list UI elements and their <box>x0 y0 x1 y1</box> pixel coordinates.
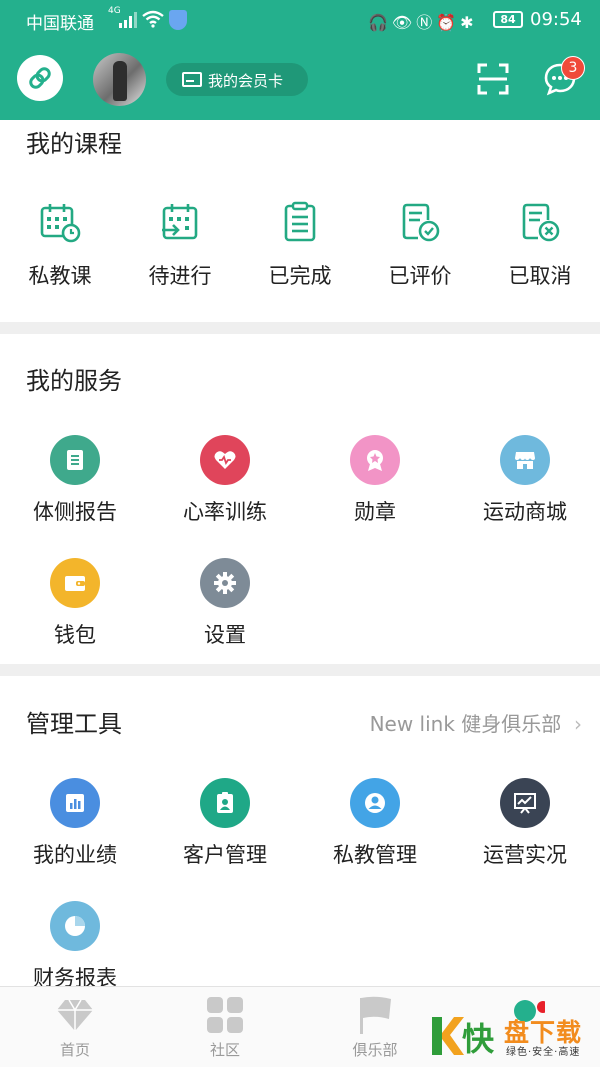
clock: 09:54 <box>530 9 582 30</box>
app-header: 中国联通 4G 🎧👁Ⓝ⏰✱ 84 09:54 我的会员卡 3 <box>0 0 600 120</box>
contact-card-icon <box>200 778 250 828</box>
person-icon <box>350 778 400 828</box>
course-label: 已完成 <box>268 264 332 288</box>
courses-title: 我的课程 <box>26 130 122 158</box>
wallet-icon <box>50 558 100 608</box>
club-link[interactable]: New link 健身俱乐部 › <box>370 708 582 737</box>
tool-label: 运营实况 <box>483 843 567 867</box>
service-label: 心率训练 <box>183 500 267 524</box>
course-label: 已取消 <box>508 264 572 288</box>
tool-label: 私教管理 <box>333 843 417 867</box>
carrier-label: 中国联通 <box>26 14 94 34</box>
services-title: 我的服务 <box>26 367 122 395</box>
nav-label: 社区 <box>209 1041 240 1059</box>
tool-my-performance[interactable]: 我的业绩 <box>5 778 145 878</box>
avatar[interactable] <box>93 53 146 106</box>
calendar-clock-icon <box>40 204 81 243</box>
nav-label: 首页 <box>59 1041 90 1059</box>
service-label: 运动商城 <box>483 500 567 524</box>
tool-customer-management[interactable]: 客户管理 <box>155 778 295 878</box>
gear-icon <box>200 558 250 608</box>
service-body-report[interactable]: 体侧报告 <box>5 435 145 535</box>
heart-rate-icon <box>200 435 250 485</box>
store-icon <box>500 435 550 485</box>
course-completed[interactable]: 已完成 <box>250 200 350 295</box>
service-medals[interactable]: 勋章 <box>305 435 445 535</box>
course-label: 已评价 <box>388 264 452 288</box>
tool-label: 客户管理 <box>183 843 267 867</box>
report-icon <box>50 435 100 485</box>
service-label: 勋章 <box>354 500 396 524</box>
service-wallet[interactable]: 钱包 <box>5 558 145 658</box>
member-card-button[interactable]: 我的会员卡 <box>166 63 308 96</box>
nav-community[interactable]: 社区 <box>150 987 300 1067</box>
security-shield-icon <box>169 10 187 30</box>
service-heart-rate[interactable]: 心率训练 <box>155 435 295 535</box>
flag-icon <box>360 996 391 1034</box>
course-label: 私教课 <box>28 264 92 288</box>
grid-icon <box>207 997 243 1033</box>
course-upcoming[interactable]: 待进行 <box>130 200 230 295</box>
card-icon <box>182 72 202 87</box>
status-bar: 中国联通 4G 🎧👁Ⓝ⏰✱ 84 09:54 <box>0 0 600 40</box>
link-icon <box>29 67 51 89</box>
document-cancel-icon <box>522 203 560 242</box>
service-sports-store[interactable]: 运动商城 <box>455 435 595 535</box>
member-card-label: 我的会员卡 <box>208 72 284 90</box>
wifi-icon <box>142 10 164 28</box>
clipboard-list-icon <box>284 201 316 242</box>
medal-icon <box>350 435 400 485</box>
course-cancelled[interactable]: 已取消 <box>490 200 590 295</box>
tool-operations-live[interactable]: 运营实况 <box>455 778 595 878</box>
system-status-icons: 🎧👁Ⓝ⏰✱ <box>368 13 478 32</box>
nav-home[interactable]: 首页 <box>0 987 150 1067</box>
service-label: 体侧报告 <box>33 500 117 524</box>
watermark-brand-char: 快 <box>462 1020 495 1058</box>
scan-icon[interactable] <box>477 63 509 95</box>
bar-chart-icon <box>50 778 100 828</box>
course-label: 待进行 <box>148 264 212 288</box>
tool-label: 我的业绩 <box>33 843 117 867</box>
course-private-lessons[interactable]: 私教课 <box>10 200 110 295</box>
tool-private-coaching[interactable]: 私教管理 <box>305 778 445 878</box>
watermark-tagline: 绿色·安全·高速 <box>506 1047 581 1058</box>
presentation-icon <box>500 778 550 828</box>
service-label: 钱包 <box>54 623 96 647</box>
calendar-arrow-icon <box>162 204 198 240</box>
battery-indicator: 84 <box>493 11 523 28</box>
service-settings[interactable]: 设置 <box>155 558 295 658</box>
tools-title: 管理工具 <box>26 710 122 738</box>
chevron-right-icon: › <box>567 712 582 736</box>
link-button[interactable] <box>17 55 63 101</box>
signal-icon <box>119 12 137 28</box>
service-label: 设置 <box>204 623 246 647</box>
section-divider <box>0 664 600 676</box>
section-divider <box>0 322 600 334</box>
pie-chart-icon <box>50 901 100 951</box>
document-check-icon <box>402 203 440 242</box>
message-badge: 3 <box>561 56 585 80</box>
club-link-label: New link 健身俱乐部 <box>369 712 562 736</box>
diamond-icon <box>57 999 93 1031</box>
course-reviewed[interactable]: 已评价 <box>370 200 470 295</box>
